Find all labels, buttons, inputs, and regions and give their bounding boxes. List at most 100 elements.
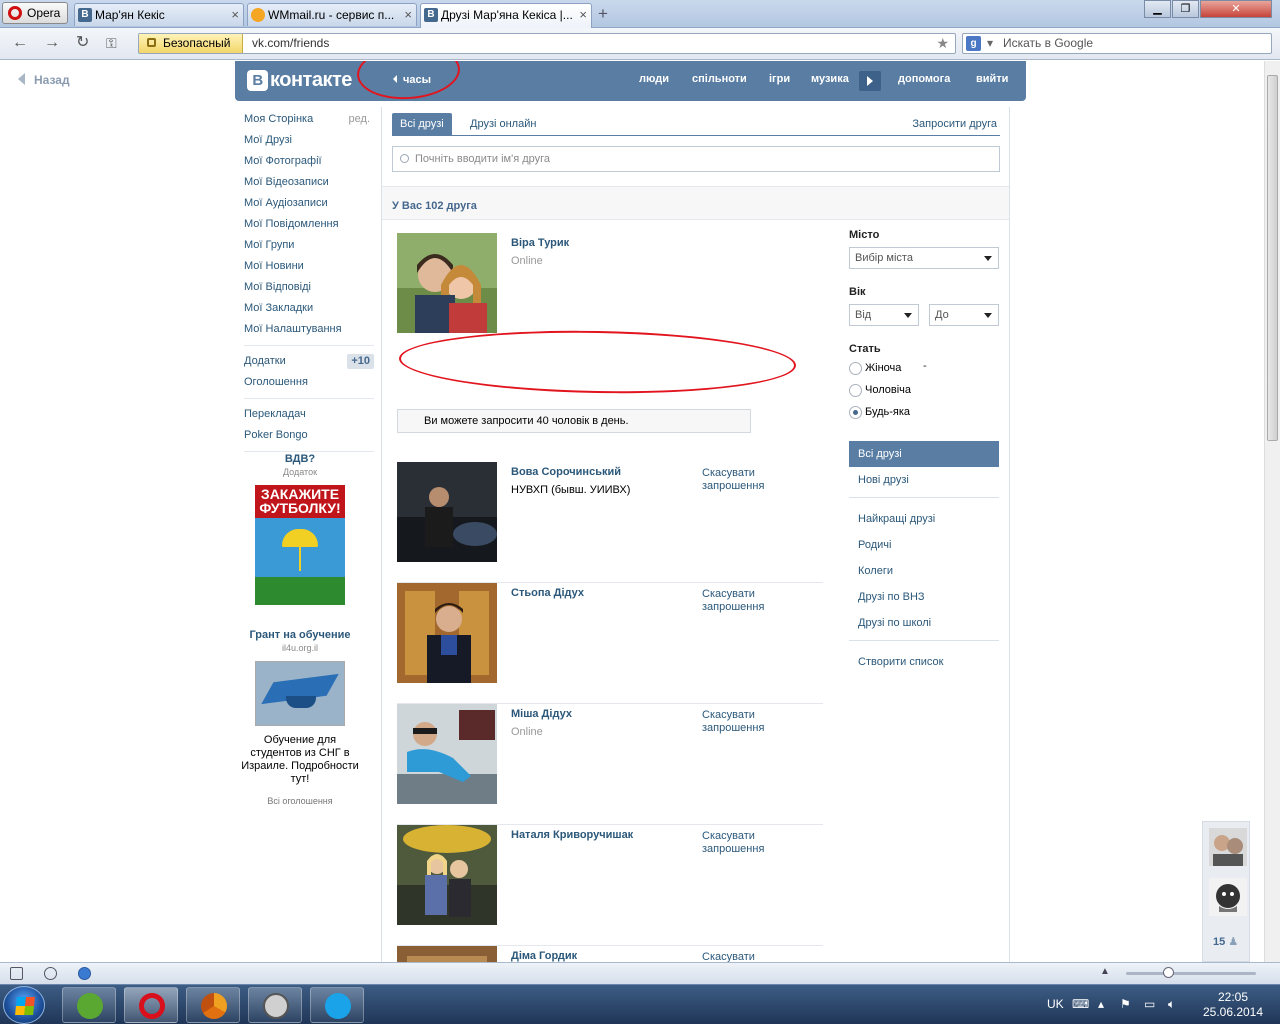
- zoom-slider[interactable]: [1126, 967, 1256, 978]
- vertical-scrollbar[interactable]: [1264, 61, 1280, 962]
- tab-close-icon[interactable]: ×: [404, 4, 412, 26]
- list-all-friends[interactable]: Всі друзі: [849, 441, 999, 467]
- cloud-icon[interactable]: [44, 967, 57, 980]
- new-tab-plus-icon[interactable]: +: [598, 5, 608, 23]
- ad-title[interactable]: Грант на обучение: [240, 629, 360, 641]
- friend-name[interactable]: Віра Турик: [511, 237, 569, 249]
- menu-my-videos[interactable]: Мої Відеозаписи: [244, 172, 374, 193]
- ad-vdv[interactable]: ВДВ? Додаток ЗАКАЖИТЕ ФУТБОЛКУ!: [244, 453, 356, 605]
- list-new-friends[interactable]: Нові друзі: [849, 467, 999, 493]
- security-badge[interactable]: Безопасный: [139, 34, 243, 53]
- friend-photo[interactable]: [397, 825, 497, 925]
- age-from-select[interactable]: Від: [849, 304, 919, 326]
- sex-radio-any[interactable]: Будь-яка: [849, 406, 910, 419]
- menu-my-replies[interactable]: Мої Відповіді: [244, 277, 374, 298]
- nav-games[interactable]: ігри: [769, 73, 790, 85]
- menu-my-friends[interactable]: Мої Друзі: [244, 130, 374, 151]
- list-relatives[interactable]: Родичі: [849, 532, 999, 558]
- menu-my-messages[interactable]: Мої Повідомлення: [244, 214, 374, 235]
- invite-friend-link[interactable]: Запросити друга: [912, 118, 997, 130]
- menu-my-page[interactable]: Моя Сторінка ред.: [244, 109, 374, 130]
- url-field[interactable]: Безопасный vk.com/friends ★: [138, 33, 956, 54]
- friend-name[interactable]: Стьопа Дідух: [511, 587, 584, 599]
- taskbar-opera[interactable]: [124, 987, 178, 1023]
- friend-photo[interactable]: [397, 704, 497, 804]
- friend-photo[interactable]: [397, 462, 497, 562]
- chat-avatar[interactable]: [1209, 878, 1247, 916]
- friend-search-input[interactable]: Почніть вводити ім'я друга: [392, 146, 1000, 172]
- age-to-select[interactable]: До: [929, 304, 999, 326]
- cancel-invite-link[interactable]: Скасувати запрошення: [702, 467, 782, 493]
- chevron-down-icon[interactable]: ▾: [987, 34, 993, 53]
- menu-apps[interactable]: Додатки +10: [244, 351, 374, 372]
- taskbar-skype[interactable]: [310, 987, 364, 1023]
- back-arrow-icon[interactable]: ←: [12, 34, 28, 52]
- restore-icon[interactable]: ❐: [1172, 0, 1199, 18]
- nav-people[interactable]: люди: [639, 73, 669, 85]
- keyboard-icon[interactable]: ⌨: [1072, 997, 1089, 1011]
- menu-translator[interactable]: Перекладач: [244, 404, 374, 425]
- edit-link[interactable]: ред.: [349, 109, 370, 130]
- language-indicator[interactable]: UK: [1047, 997, 1064, 1011]
- friend-name[interactable]: Наталя Криворучишак: [511, 829, 633, 841]
- menu-my-bookmarks[interactable]: Мої Закладки: [244, 298, 374, 319]
- reload-icon[interactable]: ↻: [76, 34, 89, 52]
- nav-music[interactable]: музика: [811, 73, 849, 85]
- list-university-friends[interactable]: Друзі по ВНЗ: [849, 584, 999, 610]
- nav-logout[interactable]: вийти: [976, 73, 1008, 85]
- scrollbar-thumb[interactable]: [1267, 75, 1278, 441]
- flag-icon[interactable]: ⚑: [1120, 997, 1131, 1011]
- tab-close-icon[interactable]: ×: [579, 4, 587, 26]
- friend-name[interactable]: Вова Сорочинський: [511, 466, 621, 478]
- friend-photo[interactable]: [397, 946, 497, 962]
- menu-my-news[interactable]: Мої Новини: [244, 256, 374, 277]
- menu-my-audio[interactable]: Мої Аудіозаписи: [244, 193, 374, 214]
- cancel-invite-link[interactable]: Скасувати запрошення: [702, 588, 782, 614]
- graduation-cap-image[interactable]: [255, 661, 345, 726]
- bookmark-star-icon[interactable]: ★: [936, 34, 949, 53]
- back-link[interactable]: Назад: [18, 73, 70, 87]
- cancel-invite-link[interactable]: Скасувати запрошення: [702, 830, 782, 856]
- menu-poker-bongo[interactable]: Poker Bongo: [244, 425, 374, 446]
- speed-dial-icon[interactable]: [78, 967, 91, 980]
- list-best-friends[interactable]: Найкращі друзі: [849, 506, 999, 532]
- zoom-slider-knob[interactable]: [1163, 967, 1174, 978]
- taskbar-app[interactable]: [248, 987, 302, 1023]
- system-clock[interactable]: 22:05 25.06.2014: [1198, 990, 1268, 1020]
- nav-communities[interactable]: спільноти: [692, 73, 747, 85]
- search-field[interactable]: g ▾ Искать в Google: [962, 33, 1272, 54]
- ad-title[interactable]: ВДВ?: [244, 453, 356, 465]
- panel-toggle-icon[interactable]: [10, 967, 23, 980]
- tab-close-icon[interactable]: ×: [231, 4, 239, 26]
- tab-online-friends[interactable]: Друзі онлайн: [462, 113, 544, 135]
- sex-radio-male[interactable]: Чоловіча: [849, 384, 911, 397]
- create-list-link[interactable]: Створити список: [849, 649, 999, 675]
- tray-arrow-icon[interactable]: ▴: [1098, 997, 1104, 1011]
- browser-tab-2[interactable]: WMmail.ru - сервис п... ×: [247, 3, 417, 26]
- menu-my-groups[interactable]: Мої Групи: [244, 235, 374, 256]
- forward-arrow-icon[interactable]: →: [44, 34, 60, 52]
- start-button[interactable]: [3, 986, 45, 1024]
- chat-avatar[interactable]: [1209, 828, 1247, 866]
- cancel-invite-link[interactable]: Скасувати запрошення: [702, 951, 782, 962]
- ad-tshirt-image[interactable]: ЗАКАЖИТЕ ФУТБОЛКУ!: [255, 485, 345, 605]
- taskbar-aimp[interactable]: [186, 987, 240, 1023]
- zoom-out-icon[interactable]: ▲: [1100, 966, 1110, 977]
- friend-name[interactable]: Діма Гордик: [511, 950, 577, 962]
- menu-my-photos[interactable]: Мої Фотографії: [244, 151, 374, 172]
- network-icon[interactable]: ▭: [1144, 997, 1155, 1011]
- browser-tab-3[interactable]: B Друзі Мар'яна Кекіса |... ×: [420, 3, 592, 28]
- friend-photo[interactable]: [397, 233, 497, 333]
- vk-logo[interactable]: Bконтакте: [247, 69, 352, 92]
- tab-all-friends[interactable]: Всі друзі: [392, 113, 452, 135]
- volume-icon[interactable]: 🔈︎: [1168, 997, 1175, 1012]
- taskbar-utorrent[interactable]: [62, 987, 116, 1023]
- sex-radio-female[interactable]: Жіноча: [849, 362, 901, 375]
- friend-name[interactable]: Міша Дідух: [511, 708, 572, 720]
- all-ads-link[interactable]: Всі оголошення: [240, 796, 360, 806]
- ad-grant[interactable]: Грант на обучение il4u.org.il Обучение д…: [240, 629, 360, 806]
- menu-ads[interactable]: Оголошення: [244, 372, 374, 393]
- menu-my-settings[interactable]: Мої Налаштування: [244, 319, 374, 340]
- browser-tab-1[interactable]: B Мар'ян Кекіс ×: [74, 3, 244, 26]
- city-select[interactable]: Вибір міста: [849, 247, 999, 269]
